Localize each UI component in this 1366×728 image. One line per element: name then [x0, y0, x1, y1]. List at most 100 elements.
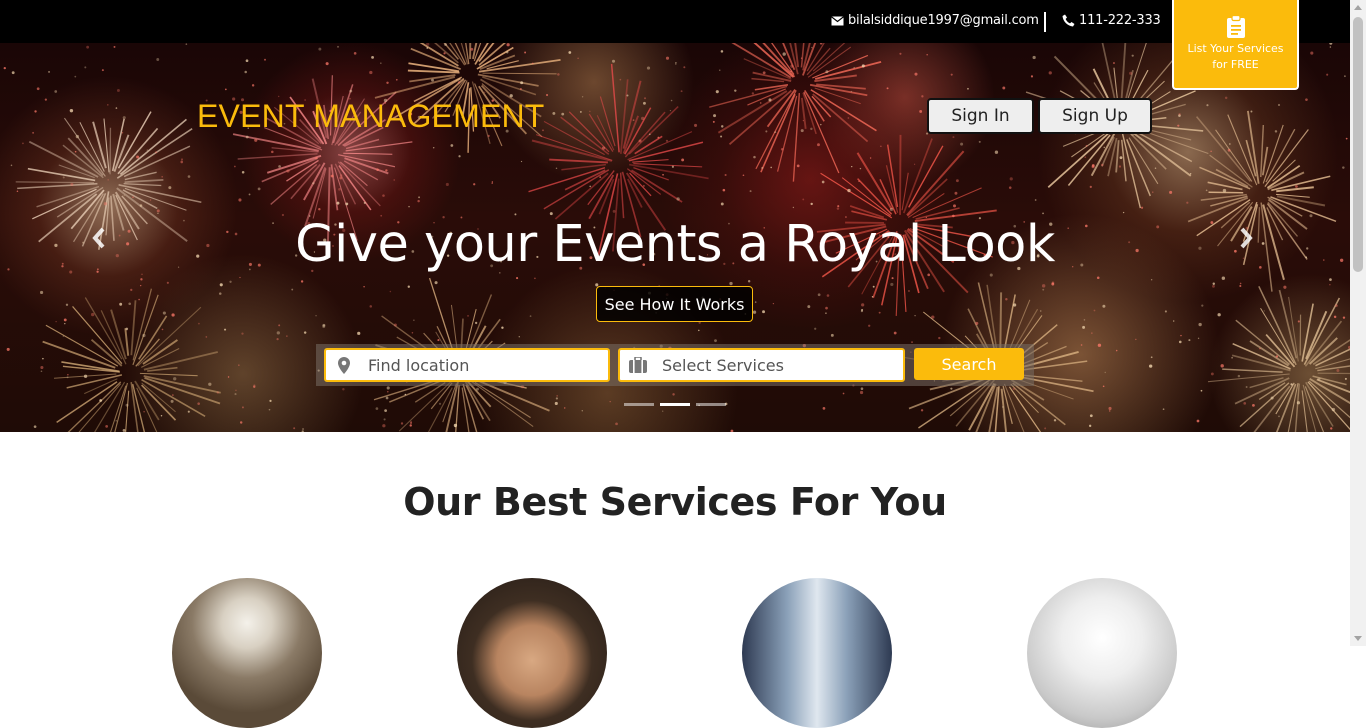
firework-spark	[716, 90, 719, 93]
firework-spark	[384, 409, 387, 412]
firework-spark	[363, 286, 364, 287]
firework-streak	[756, 90, 796, 168]
see-how-it-works-button[interactable]: See How It Works	[596, 286, 753, 322]
firework-spark	[63, 336, 64, 337]
firework-spark	[1084, 156, 1086, 158]
firework-spark	[225, 89, 227, 91]
firework-spark	[1119, 165, 1121, 167]
firework-spark	[561, 113, 564, 116]
firework-spark	[647, 66, 650, 69]
firework-streak	[549, 160, 608, 163]
page-scrollbar[interactable]	[1350, 0, 1366, 646]
firework-spark	[818, 293, 821, 296]
firework-streak	[1201, 195, 1247, 201]
firework-spark	[244, 71, 247, 74]
firework-spark	[1091, 332, 1092, 333]
brand-logo[interactable]: EVENT MANAGEMENT	[197, 98, 545, 135]
firework-spark	[721, 125, 723, 127]
hero-carousel: EVENT MANAGEMENT Sign In Sign Up Give yo…	[0, 43, 1350, 432]
firework-spark	[847, 189, 850, 192]
firework-spark	[760, 102, 762, 104]
firework-spark	[748, 280, 750, 282]
services-field[interactable]	[618, 348, 905, 382]
firework-spark	[626, 94, 628, 96]
firework-spark	[1198, 338, 1199, 339]
sign-up-button[interactable]: Sign Up	[1038, 98, 1152, 134]
firework-spark	[116, 107, 118, 109]
firework-spark	[950, 388, 952, 390]
firework-spark	[774, 131, 776, 133]
firework-spark	[681, 90, 683, 92]
firework-spark	[252, 84, 254, 86]
list-services-button[interactable]: List Your Services for FREE	[1172, 0, 1299, 90]
firework-spark	[1086, 145, 1088, 147]
firework-streak	[479, 60, 560, 72]
firework-spark	[1271, 396, 1274, 399]
location-field[interactable]	[324, 348, 610, 382]
services-input[interactable]	[660, 355, 890, 376]
firework-spark	[1180, 335, 1181, 336]
service-image-venue[interactable]	[742, 578, 892, 728]
firework-spark	[224, 329, 226, 331]
firework-spark	[781, 148, 784, 151]
firework-spark	[639, 140, 642, 143]
firework-spark	[1084, 319, 1086, 321]
firework-spark	[1210, 151, 1211, 152]
firework-spark	[1345, 378, 1347, 380]
phone-contact[interactable]: 111-222-333	[1062, 13, 1161, 28]
firework-spark	[142, 334, 145, 337]
firework-spark	[666, 140, 668, 142]
firework-spark	[914, 73, 917, 76]
firework-spark	[161, 415, 162, 416]
firework-spark	[817, 143, 820, 146]
firework-spark	[1141, 207, 1143, 209]
firework-spark	[552, 112, 555, 115]
firework-spark	[413, 319, 414, 320]
firework-streak	[718, 91, 786, 133]
firework-spark	[899, 53, 901, 55]
firework-spark	[418, 196, 420, 198]
firework-spark	[1173, 320, 1174, 321]
firework-spark	[70, 183, 73, 186]
firework-spark	[228, 376, 229, 377]
carousel-indicator-2[interactable]	[660, 403, 690, 406]
firework-spark	[825, 307, 828, 310]
scroll-up-arrow-icon[interactable]	[1354, 5, 1362, 10]
firework-spark	[1346, 138, 1348, 140]
firework-spark	[1042, 284, 1045, 287]
firework-spark	[1213, 283, 1215, 285]
firework-spark	[217, 391, 219, 393]
firework-streak	[808, 47, 851, 77]
firework-spark	[556, 395, 558, 397]
firework-spark	[872, 296, 874, 298]
scroll-down-arrow-icon[interactable]	[1354, 636, 1362, 641]
firework-spark	[713, 114, 716, 117]
email-contact[interactable]: bilalsiddique1997@gmail.com	[831, 13, 1039, 28]
firework-spark	[975, 322, 978, 325]
sign-in-button[interactable]: Sign In	[927, 98, 1034, 134]
firework-spark	[124, 195, 125, 196]
firework-spark	[11, 165, 13, 167]
service-image-flowers[interactable]	[172, 578, 322, 728]
firework-spark	[1329, 284, 1330, 285]
firework-spark	[568, 51, 571, 54]
firework-spark	[301, 280, 303, 282]
location-input[interactable]	[366, 355, 596, 376]
search-button[interactable]: Search	[914, 348, 1024, 380]
firework-spark	[803, 120, 804, 121]
firework-spark	[322, 324, 325, 327]
scrollbar-thumb[interactable]	[1353, 17, 1363, 272]
firework-streak	[124, 184, 162, 186]
carousel-indicator-1[interactable]	[624, 403, 654, 406]
firework-spark	[953, 204, 956, 207]
firework-spark	[1310, 52, 1313, 55]
service-image-dress[interactable]	[1027, 578, 1177, 728]
firework-spark	[649, 133, 651, 135]
firework-spark	[921, 409, 923, 411]
service-image-barber[interactable]	[457, 578, 607, 728]
firework-spark	[171, 400, 174, 403]
clipboard-icon	[1226, 15, 1246, 39]
carousel-indicator-3[interactable]	[696, 403, 726, 406]
firework-spark	[1190, 173, 1191, 174]
firework-spark	[286, 335, 287, 336]
